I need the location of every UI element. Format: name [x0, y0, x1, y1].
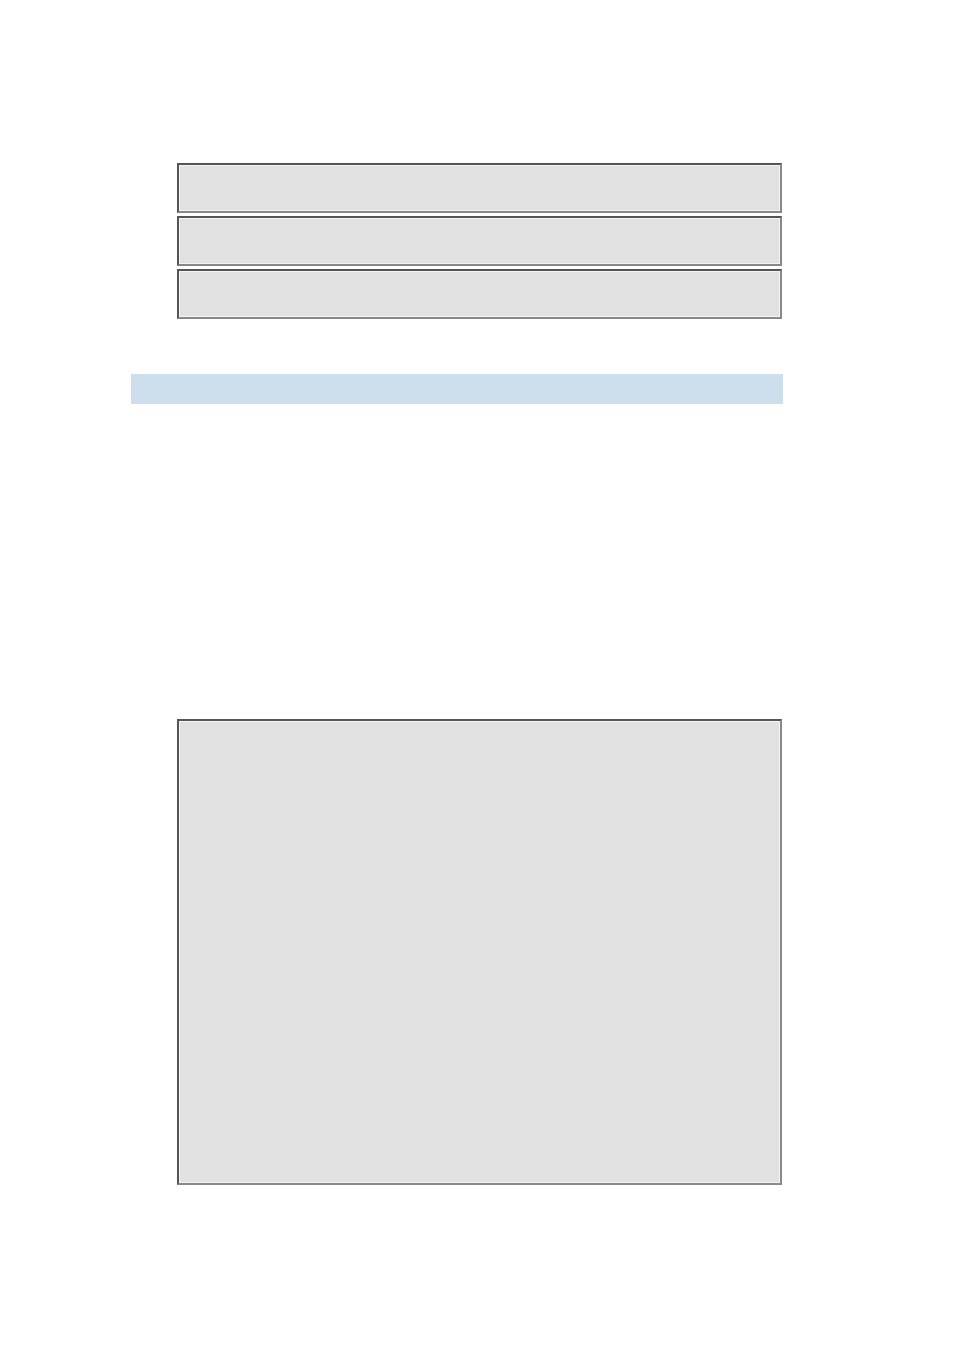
placeholder-box-large — [177, 719, 782, 1185]
placeholder-box-1 — [177, 163, 782, 213]
placeholder-box-3 — [177, 269, 782, 319]
highlight-strip — [131, 374, 783, 404]
placeholder-box-2 — [177, 216, 782, 266]
